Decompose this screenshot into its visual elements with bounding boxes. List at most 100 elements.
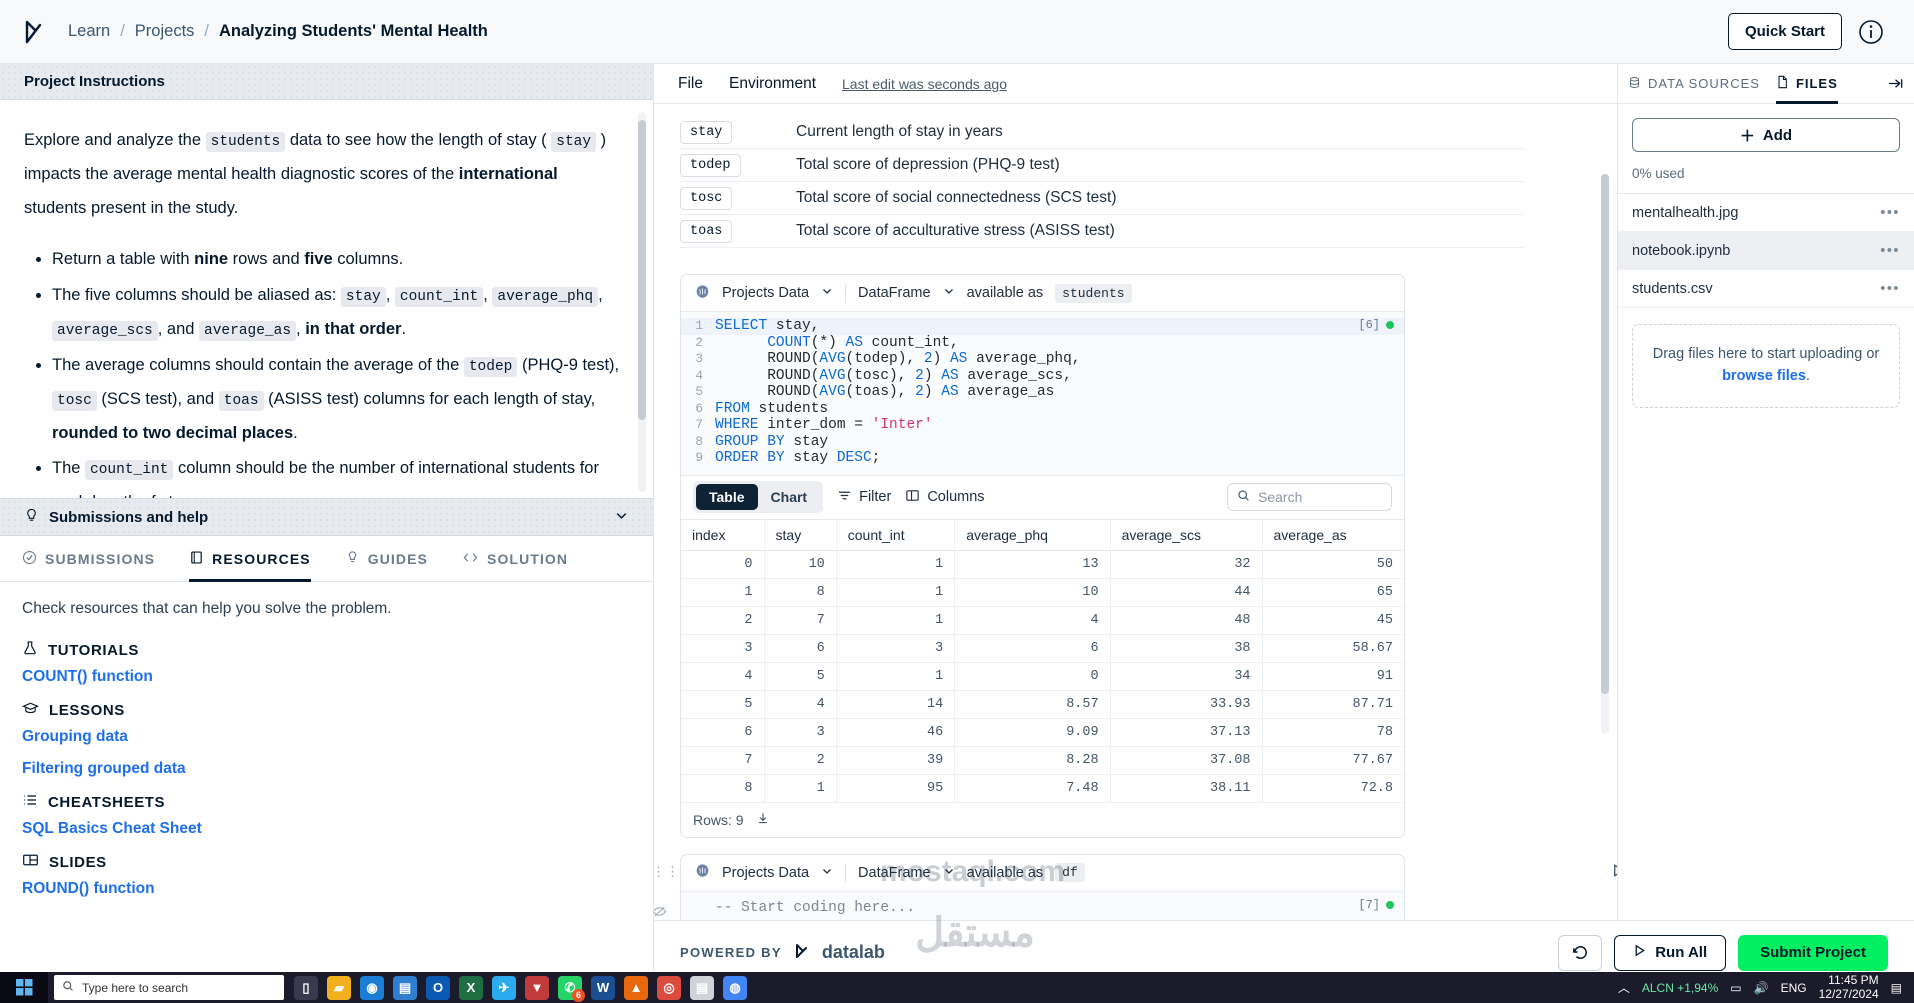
edge-icon[interactable]: ◉ <box>360 975 384 1000</box>
chevron-down-icon[interactable] <box>943 285 955 301</box>
excel-icon[interactable]: X <box>459 975 483 1000</box>
menu-environment[interactable]: Environment <box>729 75 816 93</box>
resource-link[interactable]: SQL Basics Cheat Sheet <box>22 820 631 838</box>
file-menu-icon[interactable]: ••• <box>1880 281 1900 297</box>
sql-editor-2[interactable]: [7] -- Start coding here... <box>681 891 1404 920</box>
breadcrumb-learn[interactable]: Learn <box>68 22 110 41</box>
files-icon[interactable]: ▤ <box>690 975 714 1000</box>
column-header[interactable]: average_scs <box>1110 518 1263 551</box>
notebook-scrollbar[interactable] <box>1601 174 1609 734</box>
outlook-icon[interactable]: O <box>426 975 450 1000</box>
tab-data-sources[interactable]: DATA SOURCES <box>1628 64 1760 104</box>
drag-handle-icon[interactable]: ⋮⋮ <box>654 864 680 880</box>
code-placeholder: -- Start coding here... <box>715 899 916 916</box>
tab-guides-label: GUIDES <box>367 550 428 567</box>
browser-icon[interactable]: ◍ <box>723 975 747 1000</box>
run-cell-icon[interactable] <box>1610 862 1617 884</box>
column-header[interactable]: average_phq <box>954 518 1111 551</box>
app-red-icon[interactable]: ▼ <box>525 975 549 1000</box>
code-text: FROM students <box>715 400 829 417</box>
filter-button[interactable]: Filter <box>837 488 891 507</box>
notifications-icon[interactable]: ▤ <box>1891 981 1902 995</box>
tray-up-icon[interactable]: ︿ <box>1618 979 1630 996</box>
task-view-icon[interactable]: ▯ <box>294 975 318 1000</box>
run-all-button[interactable]: Run All <box>1614 934 1727 971</box>
submissions-and-help-header[interactable]: Submissions and help <box>0 498 653 536</box>
list-item[interactable]: mentalhealth.jpg ••• <box>1618 194 1914 232</box>
table-cell: 77.67 <box>1262 746 1404 775</box>
info-circle-icon[interactable] <box>1856 17 1886 47</box>
table-cell: 34 <box>1110 662 1263 691</box>
menu-file[interactable]: File <box>678 75 703 93</box>
notebook-scrollbar-thumb[interactable] <box>1601 174 1609 694</box>
submit-project-button[interactable]: Submit Project <box>1738 934 1888 971</box>
resource-link[interactable]: Grouping data <box>22 728 631 746</box>
file-menu-icon[interactable]: ••• <box>1880 243 1900 259</box>
view-chart-button[interactable]: Chart <box>758 484 821 510</box>
add-file-button[interactable]: ＋ Add <box>1632 118 1900 152</box>
datacamp-logo-icon[interactable] <box>18 15 52 49</box>
language-indicator[interactable]: ENG <box>1781 981 1807 995</box>
left-panel: Project Instructions Explore and analyze… <box>0 64 654 984</box>
chevron-down-icon[interactable] <box>821 865 833 881</box>
table-cell: 5 <box>764 662 837 691</box>
bullet2-mid: , and <box>157 320 200 339</box>
collapse-right-icon[interactable] <box>1887 64 1904 104</box>
book-icon <box>189 550 204 568</box>
history-icon[interactable] <box>1558 934 1603 971</box>
taskbar-search-input[interactable]: Type here to search <box>54 975 284 1000</box>
columns-button[interactable]: Columns <box>905 488 985 507</box>
chrome-icon[interactable]: ◎ <box>657 975 681 1000</box>
instructions-scrollbar[interactable] <box>638 112 646 492</box>
chevron-down-icon[interactable] <box>821 285 833 301</box>
folder-icon[interactable]: ▰ <box>327 975 351 1000</box>
telegram-icon[interactable]: ✈ <box>492 975 516 1000</box>
resource-link[interactable]: COUNT() function <box>22 668 631 686</box>
resource-group-label: SLIDES <box>49 853 107 871</box>
table-cell: 50 <box>1262 550 1404 579</box>
cell-source-label[interactable]: Projects Data <box>722 285 809 301</box>
instructions-scrollbar-thumb[interactable] <box>638 120 646 420</box>
quick-start-button[interactable]: Quick Start <box>1727 13 1842 50</box>
search-placeholder: Search <box>1258 489 1303 505</box>
clock[interactable]: 11:45 PM 12/27/2024 <box>1819 973 1879 1002</box>
resource-link[interactable]: Filtering grouped data <box>22 760 631 778</box>
column-header[interactable]: index <box>681 518 765 551</box>
table-cell: 8 <box>764 578 837 607</box>
file-dropzone[interactable]: Drag files here to start uploading or br… <box>1632 324 1900 408</box>
table-row: 7 2 39 8.28 37.08 77.67 <box>681 746 1404 775</box>
cell-source-label[interactable]: Projects Data <box>722 865 809 881</box>
view-table-button[interactable]: Table <box>696 484 758 510</box>
resource-link[interactable]: ROUND() function <box>22 880 631 898</box>
vlc-icon[interactable]: ▲ <box>624 975 648 1000</box>
column-header[interactable]: stay <box>764 518 837 551</box>
tab-guides[interactable]: GUIDES <box>345 536 428 582</box>
dict-field-label: toas <box>680 219 733 243</box>
tab-resources[interactable]: RESOURCES <box>189 536 311 582</box>
search-input[interactable]: Search <box>1227 483 1392 511</box>
browse-files-link[interactable]: browse files <box>1722 368 1806 384</box>
tab-submissions[interactable]: SUBMISSIONS <box>22 536 155 582</box>
volume-icon[interactable]: 🔊 <box>1754 981 1769 995</box>
resource-group-label: CHEATSHEETS <box>48 793 166 811</box>
download-icon[interactable] <box>756 811 770 828</box>
word-icon[interactable]: W <box>591 975 615 1000</box>
windows-icon[interactable] <box>0 972 48 1003</box>
column-header[interactable]: average_as <box>1262 518 1404 551</box>
column-header[interactable]: count_int <box>836 518 956 551</box>
chevron-down-icon[interactable] <box>614 508 629 527</box>
cell-output-type[interactable]: DataFrame <box>858 285 931 301</box>
stock-change: +1,94% <box>1677 980 1719 995</box>
dict-field: toas <box>680 219 796 243</box>
breadcrumb-projects[interactable]: Projects <box>135 22 195 41</box>
list-item[interactable]: students.csv ••• <box>1618 270 1914 308</box>
tab-files[interactable]: FILES <box>1776 64 1838 104</box>
file-menu-icon[interactable]: ••• <box>1880 205 1900 221</box>
store-icon[interactable]: ▤ <box>393 975 417 1000</box>
sql-editor[interactable]: [6] 1 SELECT stay, 2 COUNT(*) AS count_int… <box>681 312 1404 475</box>
list-item[interactable]: notebook.ipynb ••• <box>1618 232 1914 270</box>
battery-icon[interactable]: ▭ <box>1730 981 1741 995</box>
whatsapp-icon[interactable]: ✆ 6 <box>558 975 585 1002</box>
hide-cell-icon[interactable] <box>654 904 667 921</box>
tab-solution[interactable]: SOLUTION <box>462 536 568 582</box>
